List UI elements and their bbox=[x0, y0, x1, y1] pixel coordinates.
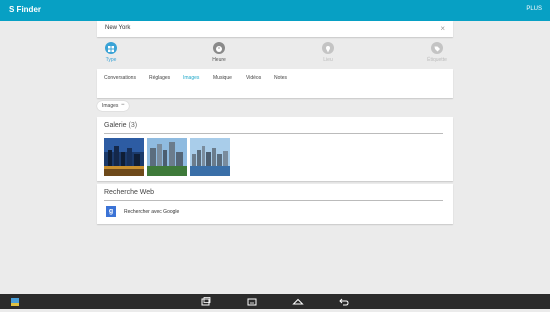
gallery-card: Galerie (3) bbox=[97, 117, 453, 181]
tab-images[interactable]: Images bbox=[183, 75, 199, 81]
filter-tag-label: Étiquette bbox=[427, 57, 447, 63]
chip-remove-icon[interactable]: − bbox=[121, 102, 125, 108]
gallery-title-text: Galerie bbox=[104, 122, 127, 129]
filter-type-label: Type bbox=[105, 57, 117, 63]
grid-icon bbox=[105, 42, 117, 54]
recent-apps-icon[interactable] bbox=[200, 295, 212, 312]
clear-search-icon[interactable]: × bbox=[440, 24, 445, 33]
tab-notes[interactable]: Notes bbox=[274, 75, 287, 81]
filter-tag[interactable]: Étiquette bbox=[417, 42, 457, 63]
gallery-image-1[interactable] bbox=[104, 138, 144, 176]
tab-videos[interactable]: Vidéos bbox=[246, 75, 261, 81]
filter-row: Type Heure Lieu Étiquette bbox=[97, 38, 453, 66]
gallery-title: Galerie (3) bbox=[104, 122, 137, 129]
web-search-title: Recherche Web bbox=[104, 189, 155, 196]
chip-label: Images bbox=[102, 103, 119, 109]
back-icon[interactable] bbox=[338, 295, 350, 312]
tab-reglages[interactable]: Réglages bbox=[149, 75, 170, 81]
clock-icon bbox=[213, 42, 225, 54]
home-icon[interactable] bbox=[292, 295, 304, 312]
tab-musique[interactable]: Musique bbox=[213, 75, 232, 81]
tag-icon bbox=[431, 42, 443, 54]
system-navigation-bar bbox=[0, 294, 550, 309]
search-bar[interactable]: New York × bbox=[97, 21, 453, 37]
top-app-bar: S Finder PLUS bbox=[0, 0, 550, 21]
tab-conversations[interactable]: Conversations bbox=[104, 75, 136, 81]
menu-icon[interactable] bbox=[246, 295, 258, 312]
app-title: S Finder bbox=[9, 5, 42, 14]
category-tabs: Conversations Réglages Images Musique Vi… bbox=[97, 69, 453, 98]
web-search-card: Recherche Web g Rechercher avec Google bbox=[97, 184, 453, 224]
web-search-divider bbox=[104, 200, 443, 201]
google-icon: g bbox=[106, 206, 116, 217]
filter-time[interactable]: Heure bbox=[199, 42, 239, 63]
filter-type[interactable]: Type bbox=[91, 42, 131, 63]
gallery-count: (3) bbox=[128, 122, 138, 129]
filter-time-label: Heure bbox=[212, 57, 226, 63]
filter-location[interactable]: Lieu bbox=[308, 42, 348, 63]
gallery-image-2[interactable] bbox=[147, 138, 187, 176]
search-with-google-link[interactable]: Rechercher avec Google bbox=[124, 209, 179, 215]
plus-button[interactable]: PLUS bbox=[526, 6, 542, 12]
filter-location-label: Lieu bbox=[323, 57, 333, 63]
gallery-image-3[interactable] bbox=[190, 138, 230, 176]
gallery-divider bbox=[104, 133, 443, 134]
search-input[interactable]: New York bbox=[105, 25, 130, 31]
images-filter-chip[interactable]: Images − bbox=[97, 101, 129, 111]
location-icon bbox=[322, 42, 334, 54]
